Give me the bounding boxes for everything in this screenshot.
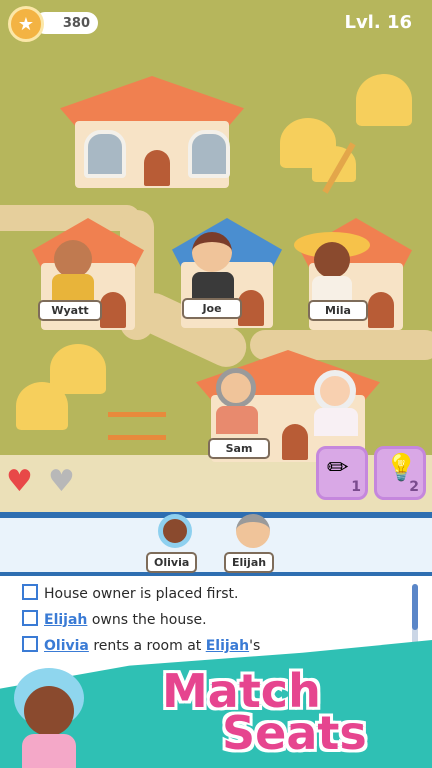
- pencil-icon: ✏: [327, 453, 349, 483]
- queue-resident-olivia[interactable]: Olivia: [146, 512, 210, 573]
- checkbox[interactable]: [22, 636, 38, 652]
- resident-queue-bar: [0, 512, 432, 576]
- mascot-cat-girl: [8, 664, 88, 768]
- avatar-body: [312, 276, 352, 300]
- avatar: [314, 242, 350, 278]
- promo-title-line2: Seats: [222, 706, 367, 760]
- avatar: [216, 368, 256, 408]
- level-indicator: Lvl. 16: [344, 12, 412, 33]
- avatar-body: [216, 406, 258, 434]
- heart-empty-icon: ♥: [48, 464, 75, 499]
- resident-name-link[interactable]: Elijah: [206, 638, 249, 654]
- pencil-count: 1: [351, 479, 361, 495]
- fence: [108, 412, 166, 440]
- avatar: [314, 370, 356, 412]
- star-coin-icon: ★: [8, 6, 44, 42]
- queue-name-tag: Elijah: [224, 552, 275, 573]
- house-mila[interactable]: Mila: [294, 218, 412, 330]
- scrollbar-thumb[interactable]: [412, 584, 418, 630]
- hint-count: 2: [409, 479, 419, 495]
- checkbox[interactable]: [22, 610, 38, 626]
- resident-name-link[interactable]: Elijah: [44, 612, 87, 628]
- checkbox[interactable]: [22, 584, 38, 600]
- house-name-tag: Mila: [308, 300, 368, 321]
- haystack: [356, 74, 412, 126]
- heart-full-icon: ♥: [6, 464, 33, 499]
- farmhouse: [60, 76, 244, 188]
- avatar: [236, 514, 270, 548]
- avatar-body: [192, 272, 234, 300]
- queue-resident-elijah[interactable]: Elijah: [224, 512, 288, 573]
- queue-name-tag: Olivia: [146, 552, 198, 573]
- house-wyatt[interactable]: Wyatt: [32, 218, 144, 330]
- clue-row[interactable]: Olivia rents a room at Elijah's: [22, 636, 260, 654]
- avatar: [158, 514, 192, 548]
- hint-tool-button[interactable]: 💡 2: [374, 446, 426, 500]
- avatar-body: [52, 274, 94, 300]
- house-joe[interactable]: Joe: [172, 218, 282, 328]
- avatar: [54, 240, 92, 278]
- avatar: [192, 232, 232, 272]
- clue-row[interactable]: Elijah owns the house.: [22, 610, 207, 628]
- house-name-tag: Sam: [208, 438, 270, 459]
- clue-row[interactable]: House owner is placed first.: [22, 584, 238, 602]
- haystack: [16, 382, 68, 430]
- house-name-tag: Joe: [182, 298, 242, 319]
- pencil-tool-button[interactable]: ✏ 1: [316, 446, 368, 500]
- avatar-body: [314, 408, 358, 436]
- resident-name-link[interactable]: Olivia: [44, 638, 89, 654]
- house-name-tag: Wyatt: [38, 300, 102, 321]
